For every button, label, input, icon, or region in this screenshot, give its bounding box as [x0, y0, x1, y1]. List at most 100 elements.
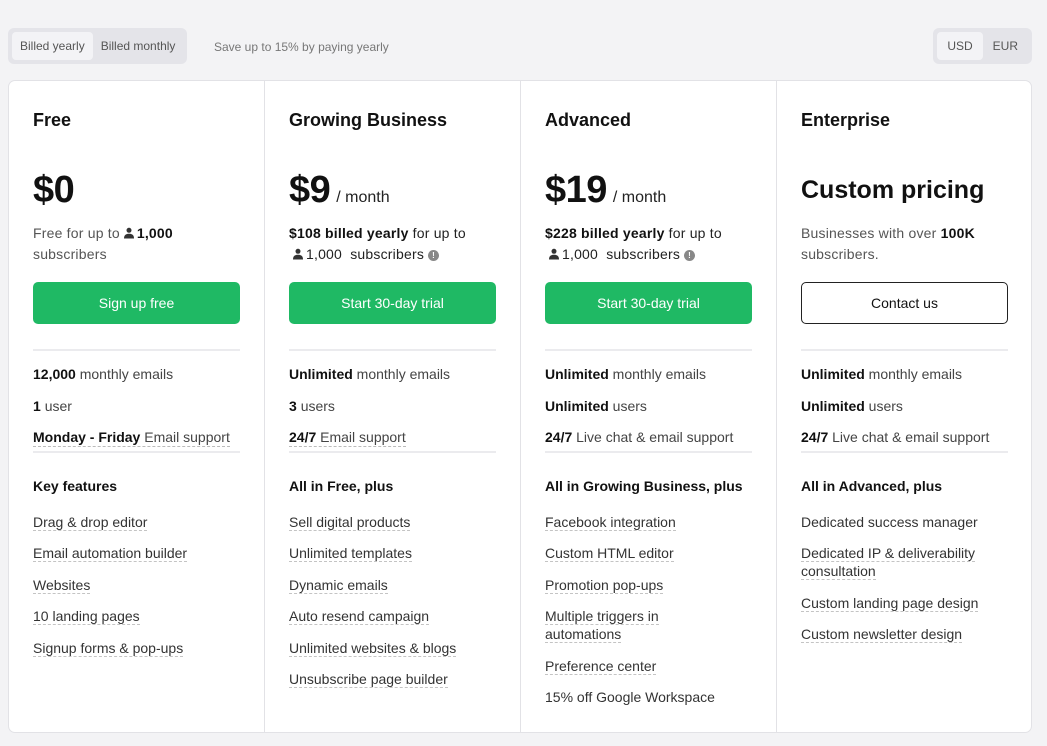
feature-item[interactable]: Email automation builder	[33, 544, 240, 562]
plan-limits: Unlimited monthly emails Unlimited users…	[801, 365, 1008, 460]
feature-item[interactable]: Custom HTML editor	[545, 544, 752, 562]
billed-yearly-amount: $228 billed yearly	[545, 225, 665, 241]
billed-monthly-option[interactable]: Billed monthly	[93, 32, 184, 60]
plan-name: Free	[33, 110, 72, 130]
price-row: Custom pricing	[801, 169, 1008, 211]
feature-item[interactable]: Sell digital products	[289, 513, 496, 531]
feature-item[interactable]: 10 landing pages	[33, 607, 240, 625]
billed-yearly-amount: $108 billed yearly	[289, 225, 409, 241]
divider	[801, 450, 1008, 453]
plan-name: Growing Business	[289, 110, 448, 130]
feature-item[interactable]: Multiple triggers in automations	[545, 607, 695, 643]
feature-item[interactable]: Websites	[33, 576, 240, 594]
price-period: / month	[612, 189, 667, 206]
feature-item[interactable]: Drag & drop editor	[33, 513, 240, 531]
currency-toggle[interactable]: USD EUR	[933, 28, 1032, 64]
subtitle-text: Free for up to	[33, 225, 120, 241]
limit-support: 24/7 Live chat & email support	[545, 429, 734, 445]
person-icon	[549, 248, 559, 260]
price-row: $19 / month	[545, 169, 752, 211]
limit-emails: Unlimited monthly emails	[289, 366, 451, 382]
subtitle-text: subscribers	[33, 246, 107, 262]
plan-limits: 12,000 monthly emails 1 user Monday - Fr…	[33, 365, 240, 460]
feature-list: Drag & drop editor Email automation buil…	[33, 513, 240, 657]
currency-eur-option[interactable]: EUR	[983, 32, 1028, 60]
plan-limits: Unlimited monthly emails 3 users 24/7 Em…	[289, 365, 496, 460]
plan-subtitle: $108 billed yearly for up to 1,000 subsc…	[289, 225, 466, 262]
person-icon	[293, 248, 303, 260]
plan-price: $0	[33, 169, 75, 211]
plan-name: Enterprise	[801, 110, 891, 130]
plan-limits: Unlimited monthly emails Unlimited users…	[545, 365, 752, 460]
info-icon[interactable]: !	[428, 250, 440, 261]
features-heading: All in Advanced, plus	[801, 477, 943, 494]
divider	[33, 349, 240, 351]
limit-support: 24/7 Live chat & email support	[801, 429, 990, 445]
feature-item[interactable]: Unlimited websites & blogs	[289, 639, 496, 657]
billing-period-toggle[interactable]: Billed yearly Billed monthly	[8, 28, 188, 64]
subscriber-count: 1,000	[136, 225, 173, 241]
person-icon	[123, 227, 134, 239]
feature-item[interactable]: Custom landing page design	[801, 594, 1008, 612]
plan-price: $19	[545, 169, 607, 211]
feature-item[interactable]: Preference center	[545, 657, 752, 675]
info-icon[interactable]: !	[684, 250, 696, 261]
feature-item[interactable]: Unlimited templates	[289, 544, 496, 562]
savings-note: Save up to 15% by paying yearly	[214, 40, 389, 54]
limit-emails: Unlimited monthly emails	[545, 366, 707, 382]
subscriber-threshold: 100K	[940, 225, 975, 241]
price-row: $9 / month	[289, 169, 496, 211]
price-row: $0	[33, 169, 240, 211]
feature-list: Sell digital products Unlimited template…	[289, 513, 496, 688]
features-heading: Key features	[33, 477, 118, 494]
features-heading: All in Free, plus	[289, 477, 394, 494]
plan-price: Custom pricing	[801, 176, 985, 204]
divider	[801, 349, 1008, 351]
feature-item[interactable]: Facebook integration	[545, 513, 752, 531]
plan-subtitle: $228 billed yearly for up to 1,000 subsc…	[545, 225, 722, 262]
plan-subtitle: Businesses with over 100K subscribers.	[801, 225, 975, 262]
limit-users: Unlimited users	[801, 397, 903, 414]
feature-list: Facebook integration Custom HTML editor …	[545, 513, 752, 707]
subscriber-count: 1,000	[562, 246, 599, 262]
limit-emails: Unlimited monthly emails	[801, 366, 963, 382]
feature-list: Dedicated success manager Dedicated IP &…	[801, 513, 1008, 643]
limit-users: 3 users	[289, 397, 335, 414]
limit-users: Unlimited users	[545, 397, 647, 414]
subscriber-count: 1,000	[306, 246, 343, 262]
billed-yearly-option[interactable]: Billed yearly	[12, 32, 93, 60]
limit-support[interactable]: Monday - Friday Email support	[33, 428, 240, 460]
plan-card-advanced: Advanced $19 / month $228 billed yearly …	[520, 81, 776, 732]
feature-item[interactable]: Signup forms & pop-ups	[33, 639, 240, 657]
plan-card-growing-business: Growing Business $9 / month $108 billed …	[264, 81, 520, 732]
divider	[545, 349, 752, 351]
plan-subtitle: Free for up to 1,000 subscribers	[33, 223, 240, 265]
contact-us-button[interactable]: Contact us	[801, 282, 1008, 324]
feature-item[interactable]: Dynamic emails	[289, 576, 496, 594]
divider	[289, 450, 496, 453]
price-period: / month	[336, 189, 390, 206]
divider	[289, 349, 496, 351]
plan-price: $9	[289, 169, 331, 211]
plan-card-free: Free $0 Free for up to 1,000 subscribers …	[9, 81, 264, 732]
limit-users: 1 user	[33, 397, 72, 414]
feature-item[interactable]: Promotion pop-ups	[545, 576, 752, 594]
pricing-table: Free $0 Free for up to 1,000 subscribers …	[8, 80, 1032, 733]
start-trial-button[interactable]: Start 30-day trial	[545, 282, 752, 324]
feature-item[interactable]: Custom newsletter design	[801, 625, 1008, 643]
feature-item[interactable]: Dedicated IP & deliverability consultati…	[801, 544, 1001, 580]
feature-item[interactable]: Unsubscribe page builder	[289, 670, 496, 688]
currency-usd-option[interactable]: USD	[937, 32, 983, 60]
feature-item[interactable]: Auto resend campaign	[289, 607, 496, 625]
plan-card-enterprise: Enterprise Custom pricing Businesses wit…	[776, 81, 1031, 732]
limit-emails: 12,000 monthly emails	[33, 366, 174, 382]
sign-up-free-button[interactable]: Sign up free	[33, 282, 240, 324]
features-heading: All in Growing Business, plus	[545, 477, 743, 494]
plan-name: Advanced	[545, 110, 632, 130]
divider	[33, 450, 240, 453]
start-trial-button[interactable]: Start 30-day trial	[289, 282, 496, 324]
feature-item: 15% off Google Workspace	[545, 689, 715, 705]
feature-item: Dedicated success manager	[801, 513, 978, 530]
limit-support[interactable]: 24/7 Email support	[289, 428, 496, 460]
divider	[545, 450, 752, 453]
